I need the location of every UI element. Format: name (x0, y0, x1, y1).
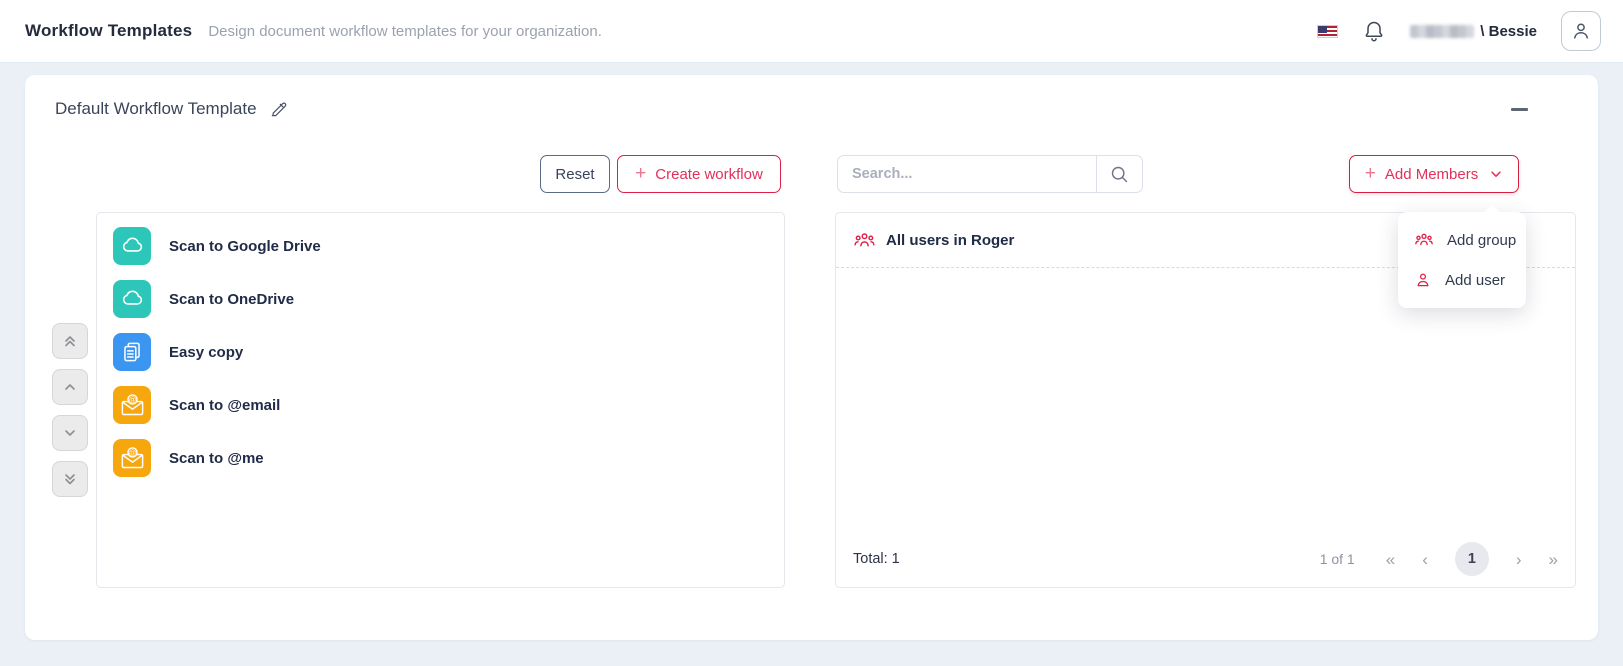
workflow-item[interactable]: Scan to OneDrive (113, 280, 768, 318)
reset-label: Reset (555, 166, 594, 183)
menu-item-add-user[interactable]: Add user (1398, 260, 1526, 300)
language-flag-icon[interactable] (1317, 25, 1338, 38)
group-icon (853, 229, 876, 252)
svg-text:@: @ (128, 448, 136, 457)
total-count: Total: 1 (853, 551, 900, 567)
reorder-controls (52, 323, 88, 497)
page: Workflow Templates Design document workf… (0, 0, 1623, 666)
edit-pencil-icon[interactable] (269, 99, 289, 119)
user-name-suffix: \ Bessie (1480, 23, 1537, 40)
search-input[interactable] (838, 156, 1096, 192)
workflow-item[interactable]: @ Scan to @me (113, 439, 768, 477)
add-members-dropdown: Add group Add user (1398, 212, 1526, 308)
mail-at-icon: @ (113, 439, 151, 477)
members-panel-title: All users in Roger (886, 232, 1014, 249)
user-avatar-icon (1570, 20, 1592, 42)
menu-item-add-group[interactable]: Add group (1398, 220, 1526, 260)
plus-icon: + (1365, 164, 1376, 183)
current-page-button[interactable]: 1 (1455, 542, 1489, 576)
workflow-item[interactable]: Scan to Google Drive (113, 227, 768, 265)
search-group (837, 155, 1143, 193)
pagination: 1 of 1 « ‹ 1 › » (1320, 542, 1558, 576)
topbar-actions: \ Bessie (1317, 11, 1601, 51)
workflow-label: Scan to OneDrive (169, 291, 294, 308)
move-top-button[interactable] (52, 323, 88, 359)
cloud-icon (113, 280, 151, 318)
workflow-label: Scan to Google Drive (169, 238, 321, 255)
user-name: \ Bessie (1410, 23, 1537, 40)
notifications-bell-icon[interactable] (1362, 19, 1386, 43)
minimize-icon[interactable] (1511, 108, 1528, 111)
workflow-list-panel: Scan to Google Drive Scan to OneDrive (96, 212, 785, 588)
menu-item-label: Add user (1445, 272, 1505, 289)
chevron-down-icon (1489, 167, 1503, 181)
menu-item-label: Add group (1447, 232, 1516, 249)
add-members-button[interactable]: + Add Members (1349, 155, 1519, 193)
account-button[interactable] (1561, 11, 1601, 51)
next-page-button[interactable]: › (1516, 551, 1522, 568)
workflow-label: Easy copy (169, 344, 243, 361)
workflow-label: Scan to @me (169, 450, 264, 467)
search-button[interactable] (1096, 156, 1142, 192)
chevron-down-icon (62, 425, 78, 441)
card-title-row: Default Workflow Template (55, 99, 289, 119)
move-bottom-button[interactable] (52, 461, 88, 497)
first-page-button[interactable]: « (1386, 551, 1395, 568)
workflow-template-card: Default Workflow Template Reset + Create… (25, 75, 1598, 640)
search-icon (1109, 164, 1130, 185)
workflow-label: Scan to @email (169, 397, 280, 414)
workflow-item[interactable]: @ Scan to @email (113, 386, 768, 424)
double-chevron-up-icon (62, 333, 78, 349)
workflow-item[interactable]: Easy copy (113, 333, 768, 371)
copy-icon (113, 333, 151, 371)
last-page-button[interactable]: » (1549, 551, 1558, 568)
top-bar: Workflow Templates Design document workf… (0, 0, 1623, 63)
page-range-label: 1 of 1 (1320, 551, 1355, 567)
move-down-button[interactable] (52, 415, 88, 451)
members-panel-footer: Total: 1 1 of 1 « ‹ 1 › » (853, 541, 1558, 577)
create-workflow-label: Create workflow (655, 166, 763, 183)
double-chevron-down-icon (62, 471, 78, 487)
mail-at-icon: @ (113, 386, 151, 424)
previous-page-button[interactable]: ‹ (1422, 551, 1428, 568)
plus-icon: + (635, 164, 646, 183)
add-members-label: Add Members (1385, 166, 1478, 183)
svg-text:@: @ (128, 395, 136, 404)
chevron-up-icon (62, 379, 78, 395)
create-workflow-button[interactable]: + Create workflow (617, 155, 781, 193)
page-title: Workflow Templates (25, 21, 192, 41)
reset-button[interactable]: Reset (540, 155, 610, 193)
move-up-button[interactable] (52, 369, 88, 405)
cloud-icon (113, 227, 151, 265)
group-icon (1414, 230, 1434, 250)
template-title: Default Workflow Template (55, 99, 257, 119)
page-subtitle: Design document workflow templates for y… (208, 23, 602, 40)
user-icon (1414, 271, 1432, 289)
redacted-text (1410, 25, 1474, 38)
